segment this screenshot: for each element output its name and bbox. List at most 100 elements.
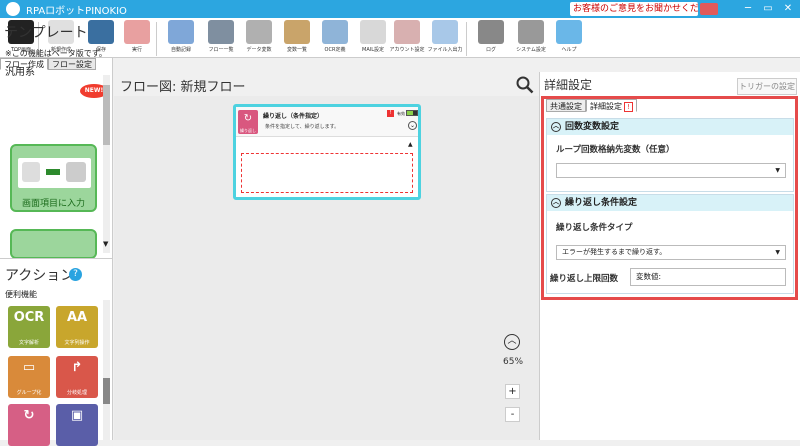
action-label: グループ化 [16, 390, 42, 396]
toolbar-button-10[interactable]: アカウント設定 [388, 20, 426, 58]
toolbar-label: ファイル入出力 [427, 47, 463, 53]
action-icon: ▣ [70, 408, 84, 423]
loop-icon: ↻ 繰り返し [238, 110, 258, 134]
toolbar-button-4[interactable]: 自動記録 [162, 20, 200, 58]
zoom-collapse-icon[interactable]: ︿ [504, 334, 520, 350]
toolbar-button-5[interactable]: フロー一覧 [202, 20, 240, 58]
toolbar-button-7[interactable]: 変数一覧 [278, 20, 316, 58]
toolbar-label: ヘルプ [561, 47, 577, 53]
feedback-icon[interactable] [700, 3, 718, 15]
toolbar-button-6[interactable]: データ変数 [240, 20, 278, 58]
toolbar-label: アカウント設定 [389, 47, 425, 53]
block-header: ↻ 繰り返し 繰り返し（条件指定） 条件を指定して、繰り返します。 ! 有効 ⌄ [236, 107, 418, 137]
action-label: 文字解析 [18, 340, 39, 346]
collapse-icon[interactable]: ⌄ [408, 121, 417, 130]
scroll-down-icon[interactable]: ▼ [103, 240, 108, 248]
loop-type-label: 繰り返し条件タイプ [556, 223, 633, 233]
flow-title: フロー図: 新規フロー [120, 80, 246, 95]
tab-detail-settings[interactable]: 詳細設定! [586, 99, 637, 112]
toolbar-label: ログ [485, 47, 496, 53]
section-count-variable: ︿ 回数変数設定 [546, 118, 794, 192]
action-heading: アクション [5, 268, 75, 284]
toolbar: TOP画面 新規作成 保存 実行 自動記録 フロー一覧 データ変数 変数一覧 OCR定義 MAIL… [0, 18, 800, 58]
loop-max-label: 繰り返し上限回数 [550, 274, 619, 284]
action-scrollbar[interactable] [103, 300, 110, 440]
toolbar-label: 自動記録 [170, 47, 191, 53]
toolbar-separator [466, 22, 467, 56]
minimize-button[interactable]: ─ [738, 0, 758, 18]
help-icon[interactable]: ? [69, 268, 82, 281]
scroll-up-icon[interactable]: ▲ [408, 141, 413, 148]
template-card-input[interactable]: 画面項目に入力 [10, 144, 97, 212]
zoom-in-button[interactable]: + [505, 384, 520, 399]
zoom-level: 65% [503, 357, 524, 367]
toolbar-button-14[interactable]: ヘルプ [550, 20, 588, 58]
loop-count-var-label: ループ回数格納先変数（任意） [556, 145, 675, 155]
toolbar-button-12[interactable]: ログ [472, 20, 510, 58]
tab-common-settings[interactable]: 共通設定 [546, 99, 586, 112]
toolbar-button-3[interactable]: 実行 [118, 20, 156, 58]
mouse-icon [22, 162, 40, 182]
action-button-3[interactable]: ↱ 分岐処理 [56, 356, 98, 398]
toolbar-icon [322, 20, 348, 44]
enable-toggle[interactable] [406, 110, 418, 116]
divider [0, 258, 113, 259]
toolbar-button-9[interactable]: MAIL設定 [354, 20, 392, 58]
section-title: 繰り返し条件設定 [565, 198, 638, 208]
action-icon: ↻ [23, 408, 35, 423]
action-button-2[interactable]: ▭ グループ化 [8, 356, 50, 398]
error-icon: ! [624, 102, 633, 112]
template-card-2[interactable] [10, 229, 97, 259]
keyboard-icon [66, 162, 86, 182]
toolbar-icon [556, 20, 582, 44]
toolbar-icon [246, 20, 272, 44]
close-button[interactable]: ✕ [778, 0, 798, 18]
app-title: RPAロボットPINOKIO [26, 5, 127, 17]
loop-block[interactable]: ↻ 繰り返し 繰り返し（条件指定） 条件を指定して、繰り返します。 ! 有効 ⌄ … [233, 104, 421, 200]
drop-zone[interactable] [241, 153, 413, 193]
loop-count-var-select[interactable]: ▼ [556, 163, 786, 178]
zoom-out-button[interactable]: - [505, 407, 520, 422]
app-logo-icon [6, 2, 20, 16]
toolbar-icon [518, 20, 544, 44]
toolbar-button-8[interactable]: OCR定義 [316, 20, 354, 58]
toolbar-icon [88, 20, 114, 44]
toolbar-label: データ変数 [246, 47, 272, 53]
title-bar: RPAロボットPINOKIO お客様のご意見をお聞かせください ─ ▭ ✕ [0, 0, 800, 18]
valid-label: 有効 [397, 111, 405, 116]
toolbar-label: 実行 [131, 47, 142, 53]
toolbar-button-11[interactable]: ファイル入出力 [426, 20, 464, 58]
toolbar-button-13[interactable]: システム設定 [512, 20, 550, 58]
warning-icon: ! [387, 110, 394, 117]
search-icon[interactable] [516, 76, 534, 94]
action-icon: OCR [13, 310, 45, 325]
block-title: 繰り返し（条件指定） [263, 113, 324, 120]
action-icon: ▭ [22, 360, 36, 375]
action-button-1[interactable]: AA 文字列操作 [56, 306, 98, 348]
loop-type-select[interactable]: エラーが発生するまで繰り返す。 ▼ [556, 245, 786, 260]
loop-max-input[interactable]: 変数値: [630, 268, 786, 286]
scroll-thumb[interactable] [103, 378, 110, 404]
feedback-link[interactable]: お客様のご意見をお聞かせください [570, 2, 698, 16]
convenience-category: 便利機能 [5, 290, 37, 299]
card-label: 画面項目に入力 [21, 199, 85, 209]
tab-flow-settings[interactable]: フロー設定 [48, 58, 96, 70]
restore-button[interactable]: ▭ [758, 0, 778, 18]
toolbar-label: MAIL設定 [362, 47, 384, 53]
action-label: 分岐処理 [66, 390, 87, 396]
collapse-icon[interactable]: ︿ [551, 122, 561, 132]
detail-tabs: 共通設定 詳細設定! [546, 99, 637, 112]
toolbar-icon [168, 20, 194, 44]
toolbar-separator [156, 22, 157, 56]
toolbar-icon [394, 20, 420, 44]
toolbar-icon [208, 20, 234, 44]
action-icon: ↱ [71, 360, 83, 375]
action-button-0[interactable]: OCR 文字解析 [8, 306, 50, 348]
section-title: 回数変数設定 [565, 122, 620, 132]
action-label: 文字列操作 [64, 340, 90, 346]
scroll-thumb[interactable] [103, 85, 110, 145]
toolbar-label: システム設定 [516, 47, 546, 53]
template-scrollbar[interactable] [103, 75, 110, 253]
collapse-icon[interactable]: ︿ [551, 198, 561, 208]
trigger-settings-button[interactable]: トリガーの設定 [737, 78, 797, 95]
